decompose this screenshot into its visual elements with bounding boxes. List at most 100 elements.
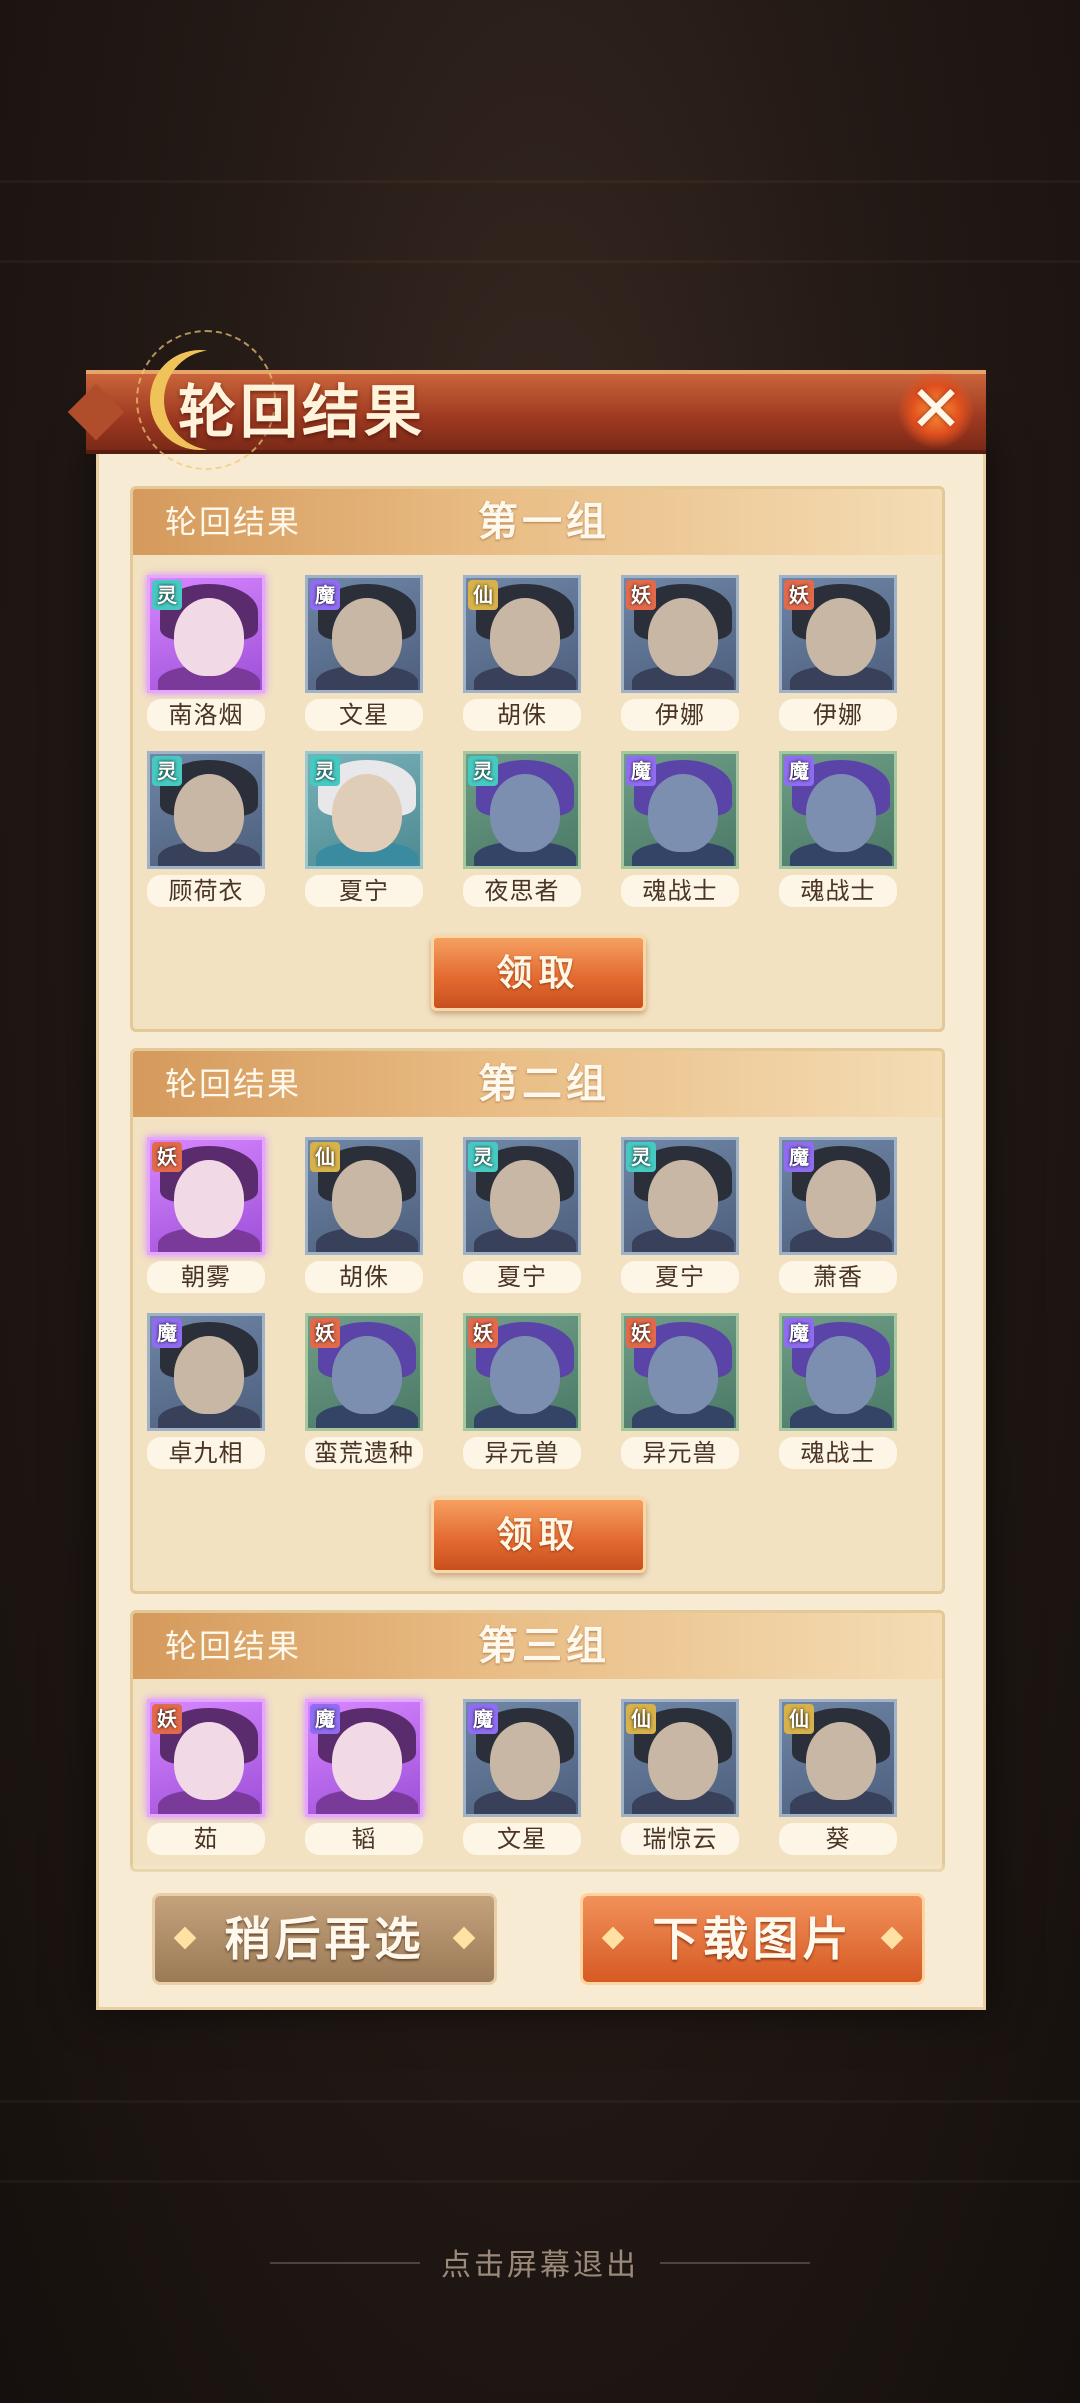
character-name: 萧香: [779, 1261, 897, 1293]
character-card[interactable]: 仙胡侏: [299, 1131, 429, 1301]
character-name: 魂战士: [779, 1437, 897, 1469]
portrait-face: [648, 1160, 718, 1238]
character-portrait: 灵: [147, 751, 265, 869]
exit-hint[interactable]: 点击屏幕退出: [0, 2240, 1080, 2284]
character-name: 伊娜: [779, 699, 897, 731]
character-portrait: 仙: [463, 575, 581, 693]
faction-badge-icon: 灵: [310, 756, 340, 786]
character-portrait: 妖: [147, 1137, 265, 1255]
character-name: 夏宁: [305, 875, 423, 907]
download-image-button[interactable]: 下载图片: [580, 1893, 925, 1985]
close-icon: ✕: [909, 373, 963, 447]
character-portrait: 魔: [779, 1137, 897, 1255]
portrait-face: [174, 1336, 244, 1414]
character-card[interactable]: 灵夏宁: [615, 1131, 745, 1301]
faction-badge-icon: 仙: [310, 1142, 340, 1172]
portrait-face: [490, 1160, 560, 1238]
character-card[interactable]: 妖蛮荒遗种: [299, 1307, 429, 1477]
portrait-face: [332, 1722, 402, 1800]
faction-badge-icon: 魔: [784, 756, 814, 786]
faction-badge-icon: 魔: [310, 580, 340, 610]
character-card[interactable]: 仙葵: [773, 1693, 903, 1863]
portrait-face: [490, 1336, 560, 1414]
character-card[interactable]: 魔卓九相: [141, 1307, 271, 1477]
claim-button[interactable]: 领取: [431, 1497, 646, 1573]
character-card[interactable]: 灵顾荷衣: [141, 745, 271, 915]
character-card[interactable]: 妖茹: [141, 1693, 271, 1863]
faction-badge-icon: 魔: [310, 1704, 340, 1734]
character-card[interactable]: 灵南洛烟: [141, 569, 271, 739]
character-card[interactable]: 仙瑞惊云: [615, 1693, 745, 1863]
character-card[interactable]: 妖异元兽: [457, 1307, 587, 1477]
character-card[interactable]: 妖异元兽: [615, 1307, 745, 1477]
character-card[interactable]: 仙胡侏: [457, 569, 587, 739]
character-portrait: 仙: [779, 1699, 897, 1817]
faction-badge-icon: 妖: [626, 1318, 656, 1348]
character-portrait: 灵: [147, 575, 265, 693]
choose-later-button[interactable]: 稍后再选: [152, 1893, 497, 1985]
claim-button[interactable]: 领取: [431, 935, 646, 1011]
portrait-face: [648, 598, 718, 676]
character-portrait: 仙: [621, 1699, 739, 1817]
portrait-face: [648, 774, 718, 852]
character-name: 朝雾: [147, 1261, 265, 1293]
character-name: 魂战士: [779, 875, 897, 907]
portrait-face: [490, 774, 560, 852]
faction-badge-icon: 仙: [784, 1704, 814, 1734]
faction-badge-icon: 魔: [626, 756, 656, 786]
character-card[interactable]: 魔魂战士: [773, 1307, 903, 1477]
portrait-face: [648, 1722, 718, 1800]
group-panel-2: 轮回结果 第二组 妖朝雾仙胡侏灵夏宁灵夏宁魔萧香魔卓九相妖蛮荒遗种妖异元兽妖异元…: [130, 1048, 945, 1594]
character-portrait: 灵: [463, 1137, 581, 1255]
diamond-icon: [601, 1926, 625, 1950]
faction-badge-icon: 妖: [468, 1318, 498, 1348]
character-portrait: 妖: [621, 575, 739, 693]
character-name: 卓九相: [147, 1437, 265, 1469]
character-card[interactable]: 魔文星: [457, 1693, 587, 1863]
character-card[interactable]: 灵夏宁: [299, 745, 429, 915]
group-label: 轮回结果: [165, 1065, 302, 1103]
character-card[interactable]: 妖伊娜: [615, 569, 745, 739]
character-card[interactable]: 魔文星: [299, 569, 429, 739]
character-name: 瑞惊云: [621, 1823, 739, 1855]
group-name: 第三组: [478, 1622, 610, 1669]
portrait-face: [806, 598, 876, 676]
character-portrait: 魔: [779, 751, 897, 869]
hint-divider-right: [660, 2262, 810, 2264]
character-card[interactable]: 魔韬: [299, 1693, 429, 1863]
character-portrait: 魔: [147, 1313, 265, 1431]
character-card[interactable]: 妖朝雾: [141, 1131, 271, 1301]
character-card[interactable]: 魔魂战士: [615, 745, 745, 915]
character-portrait: 妖: [621, 1313, 739, 1431]
character-name: 顾荷衣: [147, 875, 265, 907]
portrait-face: [332, 598, 402, 676]
faction-badge-icon: 灵: [152, 580, 182, 610]
character-card[interactable]: 灵夜思者: [457, 745, 587, 915]
close-button[interactable]: ✕: [888, 362, 984, 458]
diamond-icon: [173, 1926, 197, 1950]
character-portrait: 魔: [621, 751, 739, 869]
character-name: 蛮荒遗种: [305, 1437, 423, 1469]
diamond-icon: [452, 1926, 476, 1950]
group-name: 第二组: [478, 1060, 610, 1107]
faction-badge-icon: 灵: [152, 756, 182, 786]
portrait-face: [332, 774, 402, 852]
character-card[interactable]: 妖伊娜: [773, 569, 903, 739]
portrait-face: [174, 1160, 244, 1238]
faction-badge-icon: 妖: [152, 1704, 182, 1734]
character-name: 胡侏: [463, 699, 581, 731]
group-panel-1: 轮回结果 第一组 灵南洛烟魔文星仙胡侏妖伊娜妖伊娜灵顾荷衣灵夏宁灵夜思者魔魂战士…: [130, 486, 945, 1032]
character-portrait: 妖: [463, 1313, 581, 1431]
character-card[interactable]: 魔萧香: [773, 1131, 903, 1301]
faction-badge-icon: 魔: [784, 1142, 814, 1172]
character-name: 南洛烟: [147, 699, 265, 731]
character-portrait: 妖: [779, 575, 897, 693]
portrait-face: [806, 1160, 876, 1238]
character-portrait: 妖: [305, 1313, 423, 1431]
character-card[interactable]: 灵夏宁: [457, 1131, 587, 1301]
character-name: 胡侏: [305, 1261, 423, 1293]
character-card[interactable]: 魔魂战士: [773, 745, 903, 915]
portrait-face: [332, 1160, 402, 1238]
character-name: 异元兽: [463, 1437, 581, 1469]
faction-badge-icon: 仙: [468, 580, 498, 610]
